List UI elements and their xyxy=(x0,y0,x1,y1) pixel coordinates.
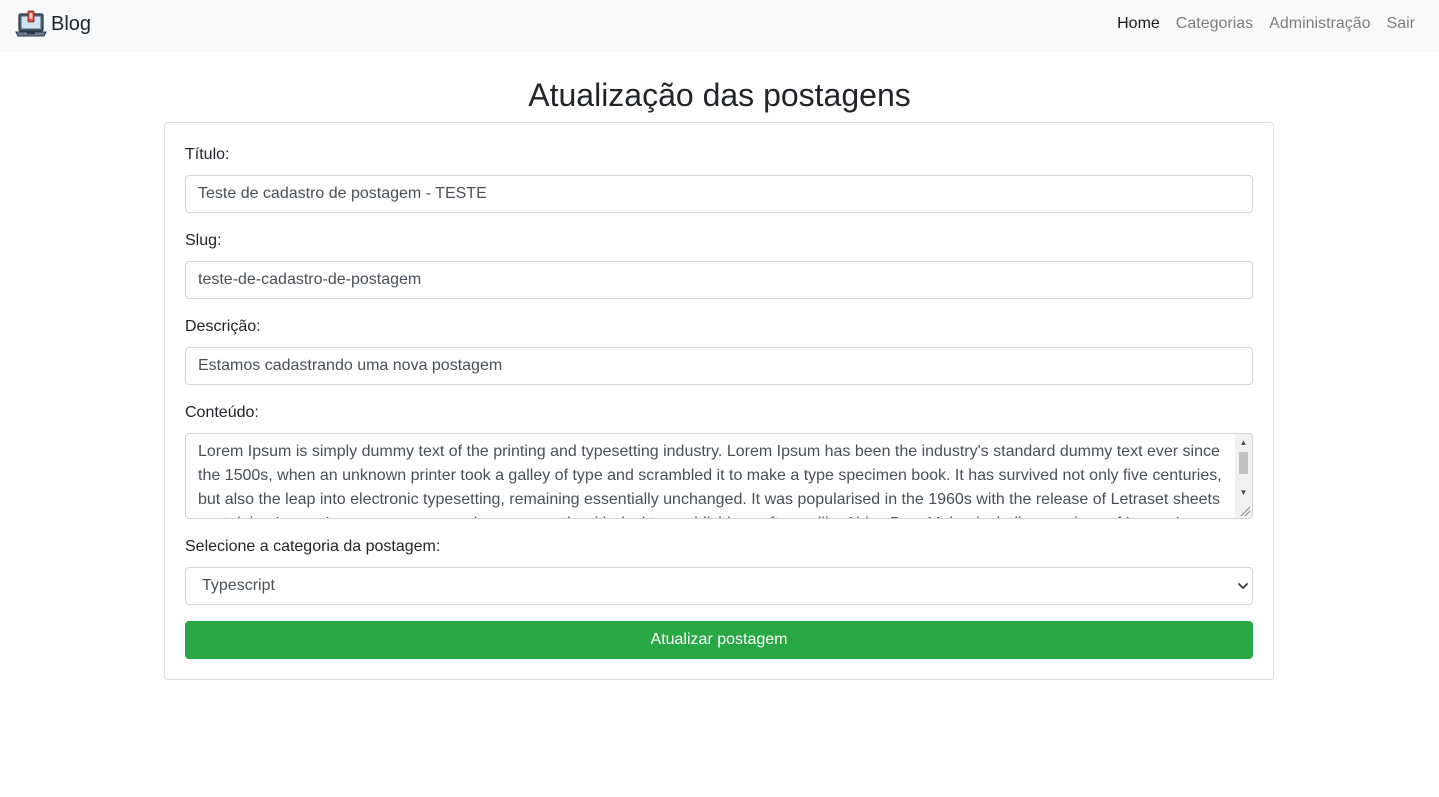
nav-administracao[interactable]: Administração xyxy=(1269,14,1370,34)
conteudo-text: Lorem Ipsum is simply dummy text of the … xyxy=(198,443,1223,518)
scroll-thumb[interactable] xyxy=(1239,452,1248,474)
scroll-up-arrow-icon[interactable]: ▲ xyxy=(1235,434,1252,451)
nav-categorias[interactable]: Categorias xyxy=(1176,14,1253,34)
brand-label: Blog xyxy=(51,13,92,35)
categoria-label: Selecione a categoria da postagem: xyxy=(185,538,441,555)
descricao-input[interactable]: Estamos cadastrando uma nova postagem xyxy=(185,347,1253,385)
resize-handle-icon[interactable] xyxy=(1237,503,1251,517)
conteudo-textarea[interactable]: Lorem Ipsum is simply dummy text of the … xyxy=(185,433,1253,519)
slug-label: Slug: xyxy=(185,232,222,249)
nav-links: Home Categorias Administração Sair xyxy=(1101,0,1415,48)
titulo-label: Título: xyxy=(185,146,230,163)
titulo-input[interactable]: Teste de cadastro de postagem - TESTE xyxy=(185,175,1253,213)
laptop-icon xyxy=(15,10,47,37)
categoria-select[interactable]: Typescript xyxy=(185,567,1253,605)
nav-home[interactable]: Home xyxy=(1117,14,1160,34)
scroll-down-arrow-icon[interactable]: ▼ xyxy=(1235,484,1252,501)
page-title: Atualização das postagens xyxy=(528,77,911,113)
navbar: Blog Home Categorias Administração Sair xyxy=(0,0,1439,52)
post-form-card: Título: Teste de cadastro de postagem - … xyxy=(164,122,1274,680)
chevron-down-icon xyxy=(1238,583,1248,589)
atualizar-postagem-button[interactable]: Atualizar postagem xyxy=(185,621,1253,659)
conteudo-label: Conteúdo: xyxy=(185,404,259,421)
slug-input[interactable]: teste-de-cadastro-de-postagem xyxy=(185,261,1253,299)
descricao-label: Descrição: xyxy=(185,318,261,335)
categoria-selected-value: Typescript xyxy=(202,577,275,594)
nav-sair[interactable]: Sair xyxy=(1387,14,1415,34)
brand-link[interactable]: Blog xyxy=(15,8,91,40)
